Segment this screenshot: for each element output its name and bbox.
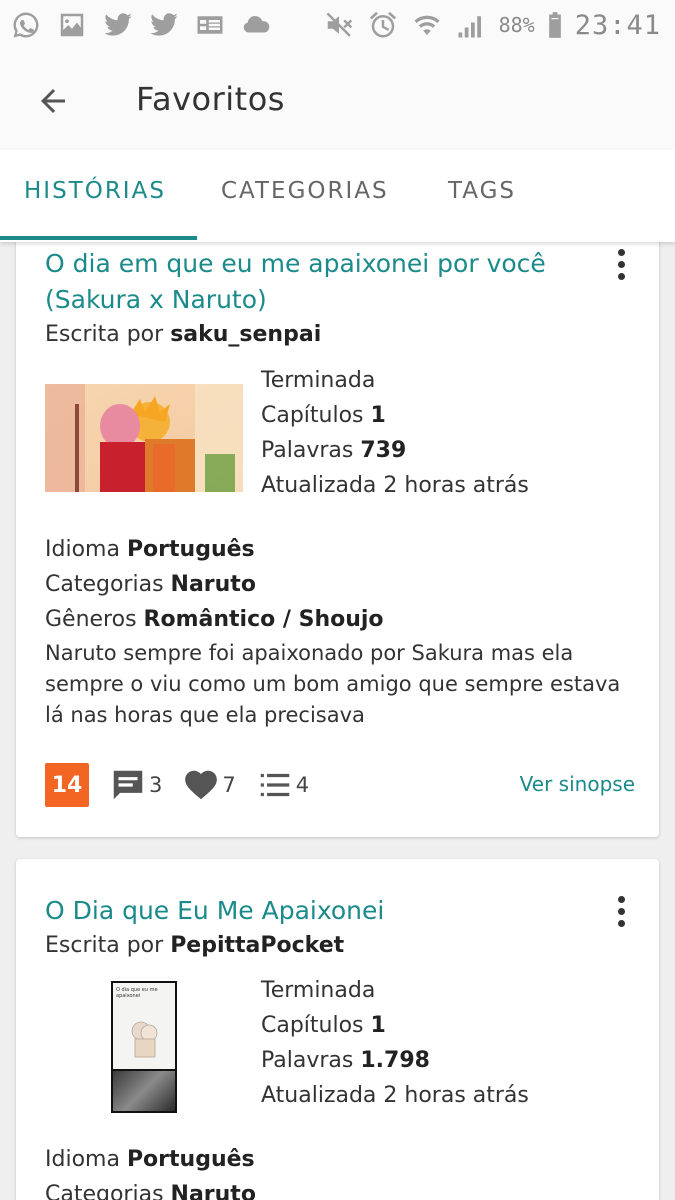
words-row: Palavras 739 xyxy=(261,433,529,468)
battery-icon xyxy=(547,9,563,41)
back-button[interactable] xyxy=(30,78,76,124)
genres-row: Gêneros Romântico / Shoujo xyxy=(45,602,384,637)
synopsis-text: Naruto sempre foi apaixonado por Sakura … xyxy=(45,641,621,727)
chapters-count: 1 xyxy=(370,1013,386,1038)
heart-icon xyxy=(185,770,218,800)
story-meta: Idioma Português Categorias Naruto xyxy=(45,1142,256,1200)
mute-icon xyxy=(323,9,355,41)
categories-label: Categorias xyxy=(45,572,164,597)
author-name[interactable]: saku_senpai xyxy=(170,322,321,347)
notification-icons xyxy=(10,0,272,50)
genres-value[interactable]: Romântico / Shoujo xyxy=(144,607,384,632)
chapters-row: Capítulos 1 xyxy=(261,398,529,433)
categories-value[interactable]: Naruto xyxy=(171,572,256,597)
story-stats: Terminada Capítulos 1 Palavras 739 Atual… xyxy=(261,363,529,503)
tab-bar: HISTÓRIAS CATEGORIAS TAGS xyxy=(0,150,675,242)
author-line: Escrita por PepittaPocket xyxy=(45,933,344,958)
gallery-icon xyxy=(56,9,88,41)
author-prefix: Escrita por xyxy=(45,933,164,958)
alarm-icon xyxy=(367,9,399,41)
signal-icon xyxy=(455,9,487,41)
rating-badge: 14 xyxy=(45,763,89,807)
chapters-row: Capítulos 1 xyxy=(261,1008,529,1043)
categories-row: Categorias Naruto xyxy=(45,1177,256,1200)
author-name[interactable]: PepittaPocket xyxy=(170,933,344,958)
chapters-label: Capítulos xyxy=(261,403,364,428)
arrow-left-icon xyxy=(41,89,65,113)
dot-icon xyxy=(617,895,625,903)
language-label: Idioma xyxy=(45,537,120,562)
updated-time: Atualizada 2 horas atrás xyxy=(261,473,529,498)
news-icon xyxy=(194,9,226,41)
dot-icon xyxy=(617,919,625,927)
story-footer: 14 3 7 4 Ver sinopse xyxy=(45,762,635,808)
words-label: Palavras xyxy=(261,438,354,463)
see-synopsis-link[interactable]: Ver sinopse xyxy=(520,772,635,796)
categories-label: Categorias xyxy=(45,1182,164,1200)
cover-illustration xyxy=(131,1021,158,1058)
story-list: O dia em que eu me apaixonei por você (S… xyxy=(0,242,675,1200)
cloud-icon xyxy=(240,9,272,41)
dot-icon xyxy=(617,248,625,256)
status: Terminada xyxy=(261,368,376,393)
app-bar: Favoritos xyxy=(0,50,675,150)
comment-icon xyxy=(113,770,143,800)
lists-stat[interactable]: 4 xyxy=(256,766,309,804)
system-icons: 88% 23:41 xyxy=(323,0,661,50)
cover-bottom-panel xyxy=(113,1071,175,1111)
list-icon xyxy=(260,773,289,797)
genres-label: Gêneros xyxy=(45,607,137,632)
twitter-icon xyxy=(148,9,180,41)
story-card[interactable]: O Dia que Eu Me Apaixonei Escrita por Pe… xyxy=(16,859,659,1200)
page-title: Favoritos xyxy=(136,80,285,118)
author-line: Escrita por saku_senpai xyxy=(45,322,321,347)
language-row: Idioma Português xyxy=(45,532,384,567)
wifi-icon xyxy=(411,9,443,41)
whatsapp-icon xyxy=(10,9,42,41)
language-value: Português xyxy=(126,1147,255,1172)
more-options-button[interactable] xyxy=(609,244,633,284)
words-count: 739 xyxy=(360,438,407,463)
lists-count: 4 xyxy=(295,773,310,797)
categories-value[interactable]: Naruto xyxy=(171,1182,256,1200)
more-options-button[interactable] xyxy=(609,891,633,931)
chapters-count: 1 xyxy=(370,403,386,428)
author-prefix: Escrita por xyxy=(45,322,164,347)
language-row: Idioma Português xyxy=(45,1142,256,1177)
twitter-icon xyxy=(102,9,134,41)
words-count: 1.798 xyxy=(360,1048,430,1073)
battery-percent: 88% xyxy=(498,13,535,37)
clock: 23:41 xyxy=(574,9,661,41)
tab-historias[interactable]: HISTÓRIAS xyxy=(24,178,166,204)
comments-count: 3 xyxy=(149,773,163,797)
cover-top-panel: O dia que eu me apaixonei xyxy=(113,983,175,1069)
story-title[interactable]: O dia em que eu me apaixonei por você (S… xyxy=(45,246,585,318)
status: Terminada xyxy=(261,978,376,1003)
comments-stat[interactable]: 3 xyxy=(109,766,162,804)
tab-categorias[interactable]: CATEGORIAS xyxy=(221,178,389,204)
words-row: Palavras 1.798 xyxy=(261,1043,529,1078)
story-cover-image[interactable]: O dia que eu me apaixonei xyxy=(111,981,177,1113)
dot-icon xyxy=(617,907,625,915)
updated-time: Atualizada 2 horas atrás xyxy=(261,1083,529,1108)
story-title[interactable]: O Dia que Eu Me Apaixonei xyxy=(45,893,585,929)
chapters-label: Capítulos xyxy=(261,1013,364,1038)
story-cover-image[interactable] xyxy=(45,384,243,492)
story-card[interactable]: O dia em que eu me apaixonei por você (S… xyxy=(16,242,659,837)
language-value: Português xyxy=(126,537,255,562)
story-stats: Terminada Capítulos 1 Palavras 1.798 Atu… xyxy=(261,973,529,1113)
story-meta: Idioma Português Categorias Naruto Gêner… xyxy=(45,532,384,637)
language-label: Idioma xyxy=(45,1147,120,1172)
dot-icon xyxy=(617,272,625,280)
active-tab-indicator xyxy=(0,236,197,240)
categories-row: Categorias Naruto xyxy=(45,567,384,602)
words-label: Palavras xyxy=(261,1048,354,1073)
likes-stat[interactable]: 7 xyxy=(182,766,236,804)
dot-icon xyxy=(617,260,625,268)
likes-count: 7 xyxy=(222,773,236,797)
status-bar: 88% 23:41 xyxy=(0,0,675,50)
tab-tags[interactable]: TAGS xyxy=(448,178,516,204)
